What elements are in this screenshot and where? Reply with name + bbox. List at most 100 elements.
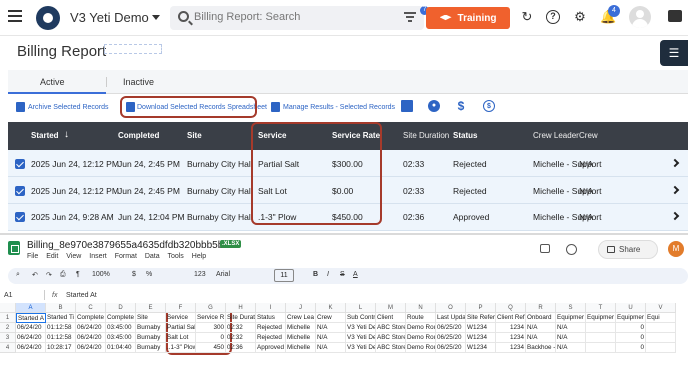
column-header-h[interactable]: H bbox=[226, 303, 256, 313]
grid-cell[interactable]: 450 bbox=[196, 343, 226, 353]
grid-cell[interactable]: Equipmer bbox=[586, 313, 616, 323]
training-button[interactable]: Training bbox=[426, 7, 510, 29]
grid-cell[interactable]: Burnaby bbox=[136, 333, 166, 343]
grid-cell[interactable]: Last Upda bbox=[436, 313, 466, 323]
search-input[interactable]: Billing Report: Search bbox=[170, 6, 424, 30]
grid-cell[interactable]: Crew bbox=[316, 313, 346, 323]
grid-cell[interactable]: 06/24/20 bbox=[76, 323, 106, 333]
paint-format-icon[interactable]: ¶ bbox=[76, 271, 80, 278]
chevron-down-icon[interactable] bbox=[152, 15, 160, 20]
gear-icon[interactable]: ⚙ bbox=[573, 10, 587, 24]
column-header-b[interactable]: B bbox=[46, 303, 76, 313]
grid-cell[interactable]: 02:32 bbox=[226, 323, 256, 333]
grid-cell[interactable] bbox=[586, 343, 616, 353]
grid-cell[interactable]: Site Durat bbox=[226, 313, 256, 323]
sheet-file-name[interactable]: Billing_8e970e3879655a4635dfdb320bbb5b07 bbox=[27, 240, 234, 251]
font-size-input[interactable]: 11 bbox=[274, 269, 294, 282]
grid-cell[interactable]: N/A bbox=[316, 323, 346, 333]
grid-cell[interactable]: Status bbox=[256, 313, 286, 323]
row-header-2[interactable]: 2 bbox=[0, 323, 16, 333]
refresh-icon[interactable]: ↻ bbox=[520, 10, 534, 24]
column-header-n[interactable]: N bbox=[406, 303, 436, 313]
grid-cell[interactable]: Equi bbox=[646, 313, 676, 323]
grid-cell[interactable]: V3 Yeti De bbox=[346, 323, 376, 333]
grid-cell[interactable]: 06/25/20 bbox=[436, 333, 466, 343]
col-status[interactable]: Status bbox=[453, 131, 477, 140]
grid-cell[interactable]: 06/25/20 bbox=[436, 323, 466, 333]
grid-cell[interactable]: Equipmer bbox=[616, 313, 646, 323]
menu-format[interactable]: Format bbox=[115, 253, 137, 260]
column-header-q[interactable]: Q bbox=[496, 303, 526, 313]
grid-cell[interactable]: 01:04:40 bbox=[106, 343, 136, 353]
grid-cell[interactable]: Demo Rou bbox=[406, 343, 436, 353]
column-header-e[interactable]: E bbox=[136, 303, 166, 313]
column-header-i[interactable]: I bbox=[256, 303, 286, 313]
column-header-r[interactable]: R bbox=[526, 303, 556, 313]
app-name[interactable]: V3 Yeti Demo bbox=[70, 10, 149, 25]
col-crew-leader[interactable]: Crew Leader bbox=[533, 131, 579, 140]
grid-cell[interactable]: 1234 bbox=[496, 323, 526, 333]
comment-icon[interactable] bbox=[540, 244, 550, 253]
grid-cell[interactable]: W1234 bbox=[466, 323, 496, 333]
bold-button[interactable]: B bbox=[313, 271, 318, 278]
grid-cell[interactable]: 01:12:58 bbox=[46, 323, 76, 333]
grid-cell[interactable]: ABC Store bbox=[376, 333, 406, 343]
currency-format-button[interactable]: $ bbox=[132, 271, 136, 278]
grid-cell[interactable]: N/A bbox=[556, 323, 586, 333]
grid-cell[interactable]: Demo Rou bbox=[406, 323, 436, 333]
tab-inactive[interactable]: Inactive bbox=[123, 77, 154, 87]
grid-cell[interactable]: 0 bbox=[196, 333, 226, 343]
row-checkbox[interactable] bbox=[15, 212, 25, 222]
search-menus-icon[interactable]: ⌕ bbox=[16, 271, 20, 279]
grid-cell[interactable] bbox=[586, 333, 616, 343]
currency-icon[interactable]: $ bbox=[483, 100, 495, 112]
grid-cell[interactable]: 0 bbox=[616, 343, 646, 353]
column-header-t[interactable]: T bbox=[586, 303, 616, 313]
menu-edit[interactable]: Edit bbox=[46, 253, 58, 260]
grid-cell[interactable]: Complete bbox=[106, 313, 136, 323]
col-completed[interactable]: Completed bbox=[118, 131, 159, 140]
grid-cell[interactable]: Michelle bbox=[286, 333, 316, 343]
menu-tools[interactable]: Tools bbox=[167, 253, 183, 260]
help-icon[interactable]: ? bbox=[546, 10, 560, 24]
grid-cell[interactable] bbox=[646, 333, 676, 343]
grid-cell[interactable]: Started A bbox=[16, 313, 46, 323]
grid-cell[interactable]: ABC Store bbox=[376, 323, 406, 333]
grid-cell[interactable]: 02:36 bbox=[226, 343, 256, 353]
grid-cell[interactable]: 03:45:00 bbox=[106, 333, 136, 343]
column-header-j[interactable]: J bbox=[286, 303, 316, 313]
grid-cell[interactable]: N/A bbox=[526, 323, 556, 333]
grid-cell[interactable]: Rejected bbox=[256, 323, 286, 333]
column-header-k[interactable]: K bbox=[316, 303, 346, 313]
column-header-v[interactable]: V bbox=[646, 303, 676, 313]
grid-cell[interactable]: W1234 bbox=[466, 333, 496, 343]
grid-cell[interactable]: Client bbox=[376, 313, 406, 323]
grid-cell[interactable]: Complete bbox=[76, 313, 106, 323]
app-logo[interactable] bbox=[36, 6, 60, 30]
grid-cell[interactable]: Burnaby bbox=[136, 343, 166, 353]
menu-icon[interactable] bbox=[8, 10, 22, 22]
grid-cell[interactable]: 06/24/20 bbox=[76, 343, 106, 353]
manage-results-icon[interactable] bbox=[271, 102, 280, 112]
print-icon[interactable]: ⎙ bbox=[60, 271, 66, 279]
grid-cell[interactable]: Salt Lot bbox=[166, 333, 196, 343]
grid-cell[interactable]: 06/24/20 bbox=[16, 323, 46, 333]
undo-icon[interactable]: ↶ bbox=[32, 271, 38, 279]
italic-button[interactable]: I bbox=[327, 271, 329, 278]
column-header-a[interactable]: A bbox=[16, 303, 46, 313]
column-header-d[interactable]: D bbox=[106, 303, 136, 313]
grid-cell[interactable]: Route bbox=[406, 313, 436, 323]
grid-cell[interactable]: Service R bbox=[196, 313, 226, 323]
grid-cell[interactable]: 1234 bbox=[496, 343, 526, 353]
menu-help[interactable]: Help bbox=[192, 253, 206, 260]
grid-cell[interactable]: 06/25/20 bbox=[436, 343, 466, 353]
columns-icon[interactable] bbox=[401, 100, 413, 112]
column-header-f[interactable]: F bbox=[166, 303, 196, 313]
zoom-select[interactable]: 100% bbox=[92, 271, 110, 278]
formula-input[interactable]: Started At bbox=[66, 292, 97, 299]
name-box[interactable]: A1 bbox=[4, 292, 13, 299]
grid-cell[interactable] bbox=[646, 323, 676, 333]
row-checkbox[interactable] bbox=[15, 186, 25, 196]
grid-cell[interactable]: 03:45:00 bbox=[106, 323, 136, 333]
user-avatar[interactable]: M bbox=[668, 241, 684, 257]
